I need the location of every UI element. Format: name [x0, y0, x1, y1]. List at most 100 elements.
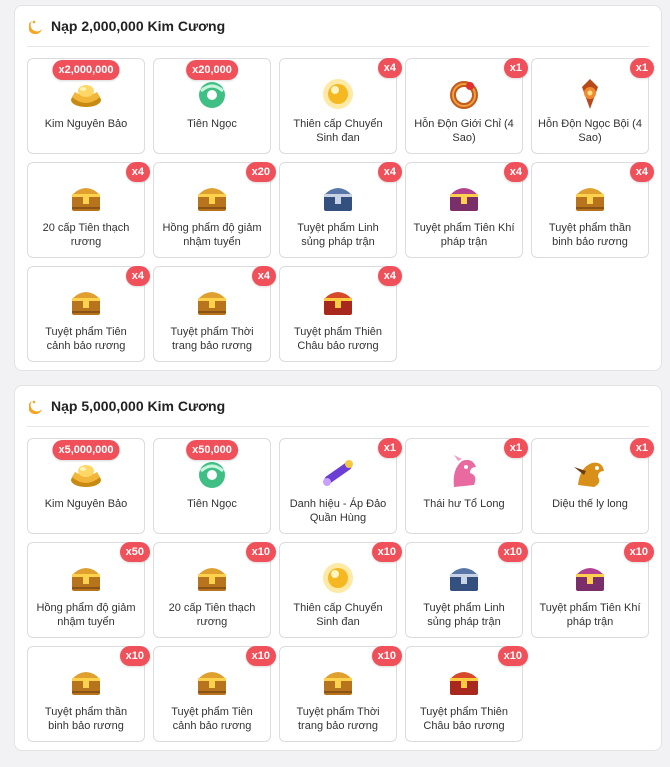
reward-item-card[interactable]: x5,000,000 Kim Nguyên Bảo: [27, 438, 145, 534]
item-name: Hỗn Độn Giới Chỉ (4 Sao): [414, 118, 514, 144]
item-name: Tuyệt phẩm Thiên Châu bảo rương: [293, 326, 383, 352]
item-name: Tiên Ngọc: [187, 118, 237, 130]
reward-item-card[interactable]: x4 Tuyệt phẩm Tiên Khí pháp trận: [405, 162, 528, 258]
item-name: Thái hư Tổ Long: [423, 498, 505, 510]
item-name: 20 cấp Tiên thạch rương: [168, 602, 256, 628]
item-name: Tuyệt phẩm Tiên Khí pháp trận: [539, 602, 641, 628]
reward-section-5m: Nạp 5,000,000 Kim Cương x5,000,000 Kim Ng…: [14, 385, 662, 751]
item-name: Tuyệt phẩm Thiên Châu bảo rương: [419, 706, 509, 732]
reward-item-card[interactable]: x20,000 Tiên Ngọc: [153, 58, 271, 154]
quantity-badge: x2,000,000: [52, 60, 120, 80]
quantity-badge: x20,000: [186, 60, 238, 80]
item-name: Tuyệt phẩm thần binh bảo rương: [44, 706, 128, 732]
reward-item-card[interactable]: x10 Thiên cấp Chuyển Sinh đan: [279, 542, 402, 638]
quantity-badge: x4: [125, 162, 150, 182]
reward-item-card[interactable]: x1 Diệu thế ly long: [531, 438, 654, 534]
item-name: Kim Nguyên Bảo: [44, 118, 128, 130]
reward-item-card[interactable]: x10 Tuyệt phẩm Tiên Khí pháp trận: [531, 542, 654, 638]
reward-item-card[interactable]: x4 20 cấp Tiên thạch rương: [27, 162, 150, 258]
gold-chest-icon: [66, 661, 106, 701]
item-name: Tuyệt phẩm Thời trang bảo rương: [296, 706, 380, 732]
reward-item-card[interactable]: x1 Thái hư Tổ Long: [405, 438, 528, 534]
crescent-icon: [28, 18, 45, 35]
quantity-badge: x1: [377, 438, 402, 458]
section-header: Nạp 5,000,000 Kim Cương: [27, 386, 649, 427]
quantity-badge: x1: [503, 58, 528, 78]
reward-item-card[interactable]: x10 Tuyệt phẩm Thời trang bảo rương: [279, 646, 402, 742]
item-name: Hồng phẩm độ giảm nhậm tuyển: [36, 602, 136, 628]
crescent-icon: [28, 398, 45, 415]
reward-item-card[interactable]: x50 Hồng phẩm độ giảm nhậm tuyển: [27, 542, 150, 638]
item-name: Thiên cấp Chuyển Sinh đan: [293, 602, 383, 628]
reward-item-card[interactable]: x20 Hồng phẩm độ giảm nhậm tuyển: [153, 162, 276, 258]
reward-section-2m: Nạp 2,000,000 Kim Cương x2,000,000 Kim Ng…: [14, 5, 662, 371]
item-name: Tuyệt phẩm thần binh bảo rương: [548, 222, 632, 248]
gold-chest-icon: [192, 177, 232, 217]
title-scroll-icon: [318, 453, 358, 493]
item-name: Tuyệt phẩm Linh sủng pháp trận: [423, 602, 505, 628]
reward-item-card[interactable]: x50,000 Tiên Ngọc: [153, 438, 271, 534]
gold-chest-icon: [66, 557, 106, 597]
reward-item-card[interactable]: x10 Tuyệt phẩm thần binh bảo rương: [27, 646, 150, 742]
quantity-badge: x4: [629, 162, 654, 182]
quantity-badge: x10: [245, 646, 276, 666]
item-name: Hồng phẩm độ giảm nhậm tuyển: [162, 222, 262, 248]
reward-item-card[interactable]: x4 Tuyệt phẩm thần binh bảo rương: [531, 162, 654, 258]
gold-chest-icon: [192, 557, 232, 597]
red-chest-icon: [444, 661, 484, 701]
quantity-badge: x4: [503, 162, 528, 182]
gold-chest-icon: [192, 281, 232, 321]
ring-icon: [444, 73, 484, 113]
purple-chest-icon: [570, 557, 610, 597]
item-name: Tiên Ngọc: [187, 498, 237, 510]
quantity-badge: x4: [377, 266, 402, 286]
quantity-badge: x10: [371, 542, 402, 562]
reward-item-card[interactable]: x10 Tuyệt phẩm Thiên Châu bảo rương: [405, 646, 528, 742]
reward-item-card[interactable]: x4 Tuyệt phẩm Linh sủng pháp trận: [279, 162, 402, 258]
section-title: Nạp 2,000,000 Kim Cương: [51, 18, 226, 34]
reward-item-card[interactable]: x10 20 cấp Tiên thạch rương: [153, 542, 276, 638]
quantity-badge: x4: [377, 58, 402, 78]
gold-chest-icon: [570, 177, 610, 217]
section-title: Nạp 5,000,000 Kim Cương: [51, 398, 226, 414]
item-name: Tuyệt phẩm Linh sủng pháp trận: [297, 222, 379, 248]
gold-chest-icon: [66, 281, 106, 321]
reward-item-card[interactable]: x1 Hỗn Độn Ngọc Bội (4 Sao): [531, 58, 654, 154]
reward-grid: x2,000,000 Kim Nguyên Bảo x20,000 Tiên Ngọc…: [27, 58, 654, 362]
quantity-badge: x1: [629, 58, 654, 78]
item-name: Kim Nguyên Bảo: [44, 498, 128, 510]
reward-item-card[interactable]: x4 Tuyệt phẩm Thời trang bảo rương: [153, 266, 276, 362]
reward-item-card[interactable]: x4 Tuyệt phẩm Tiên cảnh bảo rương: [27, 266, 150, 362]
gold-chest-icon: [318, 661, 358, 701]
reward-item-card[interactable]: x10 Tuyệt phẩm Tiên cảnh bảo rương: [153, 646, 276, 742]
quantity-badge: x5,000,000: [52, 440, 120, 460]
quantity-badge: x20: [245, 162, 276, 182]
quantity-badge: x10: [371, 646, 402, 666]
reward-item-card[interactable]: x10 Tuyệt phẩm Linh sủng pháp trận: [405, 542, 528, 638]
pendant-icon: [570, 73, 610, 113]
purple-chest-icon: [444, 177, 484, 217]
item-name: Tuyệt phẩm Tiên Khí pháp trận: [413, 222, 515, 248]
quantity-badge: x10: [623, 542, 654, 562]
reward-item-card[interactable]: x2,000,000 Kim Nguyên Bảo: [27, 58, 145, 154]
reward-item-card[interactable]: x4 Tuyệt phẩm Thiên Châu bảo rương: [279, 266, 402, 362]
golden-orb-icon: [318, 557, 358, 597]
quantity-badge: x50,000: [186, 440, 238, 460]
item-name: Tuyệt phẩm Tiên cảnh bảo rương: [171, 706, 253, 732]
item-name: Tuyệt phẩm Tiên cảnh bảo rương: [45, 326, 127, 352]
item-name: Tuyệt phẩm Thời trang bảo rương: [170, 326, 254, 352]
quantity-badge: x1: [629, 438, 654, 458]
reward-item-card[interactable]: x1 Danh hiệu - Áp Đảo Quần Hùng: [279, 438, 402, 534]
dragon-pink-icon: [444, 453, 484, 493]
quantity-badge: x4: [125, 266, 150, 286]
reward-grid: x5,000,000 Kim Nguyên Bảo x50,000 Tiên Ngọc…: [27, 438, 654, 742]
item-name: Diệu thế ly long: [552, 498, 628, 510]
reward-item-card[interactable]: x1 Hỗn Độn Giới Chỉ (4 Sao): [405, 58, 528, 154]
section-header: Nạp 2,000,000 Kim Cương: [27, 6, 649, 47]
quantity-badge: x10: [497, 646, 528, 666]
item-name: Danh hiệu - Áp Đảo Quần Hùng: [289, 498, 387, 524]
quantity-badge: x4: [377, 162, 402, 182]
reward-item-card[interactable]: x4 Thiên cấp Chuyển Sinh đan: [279, 58, 402, 154]
quantity-badge: x50: [119, 542, 150, 562]
quantity-badge: x4: [251, 266, 276, 286]
